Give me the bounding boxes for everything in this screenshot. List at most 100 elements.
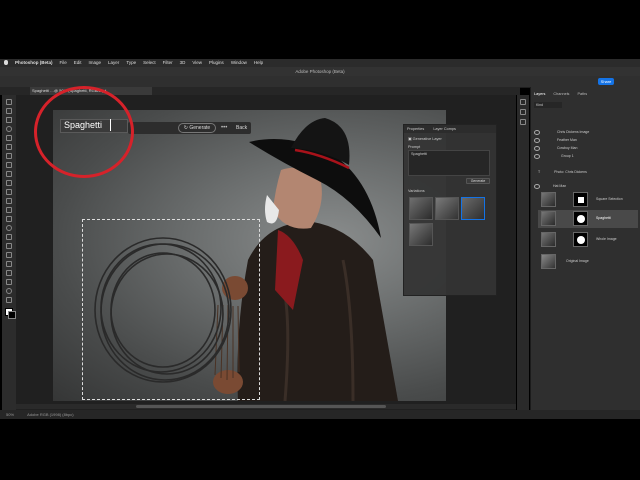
adjustments-panel-icon[interactable] <box>520 109 526 115</box>
tab-layer-comps[interactable]: Layer Comps <box>433 127 456 131</box>
variation-thumbnail-1[interactable] <box>409 197 433 220</box>
share-button[interactable]: Share <box>598 78 614 85</box>
variation-thumbnail-3[interactable] <box>461 197 485 220</box>
history-panel-icon[interactable] <box>520 99 526 105</box>
shape-tool-icon[interactable] <box>6 270 12 276</box>
layer-type-label: Generative Layer <box>412 137 442 141</box>
crop-tool-icon[interactable] <box>6 144 12 150</box>
layer-name: Original Image <box>566 259 589 263</box>
clone-stamp-tool-icon[interactable] <box>6 189 12 195</box>
healing-brush-tool-icon[interactable] <box>6 171 12 177</box>
menu-filter[interactable]: Filter <box>163 60 173 65</box>
more-options-button[interactable]: ••• <box>221 122 227 134</box>
menu-plugins[interactable]: Plugins <box>209 60 224 65</box>
layer-row[interactable]: Chris Dickens Image <box>530 128 640 136</box>
menu-select[interactable]: Select <box>143 60 156 65</box>
history-brush-tool-icon[interactable] <box>6 198 12 204</box>
properties-prompt-field[interactable]: Spaghetti <box>408 150 490 176</box>
layer-row[interactable]: Group 1 <box>530 152 640 160</box>
layer-name: Whole Image <box>596 237 617 241</box>
menu-bar: Photoshop (Beta) File Edit Image Layer Type Se… <box>0 59 640 67</box>
artboard-tool-icon[interactable] <box>6 108 12 114</box>
layer-row[interactable]: Whole Image <box>596 235 640 243</box>
path-selection-tool-icon[interactable] <box>6 261 12 267</box>
visibility-eye-icon[interactable] <box>534 129 540 135</box>
variation-thumbnail-2[interactable] <box>435 197 459 220</box>
menu-type[interactable]: Type <box>126 60 136 65</box>
properties-generate-button[interactable]: Generate <box>466 178 490 184</box>
type-tool-icon[interactable] <box>6 252 12 258</box>
layer-thumbnail <box>541 211 556 226</box>
libraries-panel-icon[interactable] <box>520 119 526 125</box>
move-tool-icon[interactable] <box>6 99 12 105</box>
tab-channels[interactable]: Channels <box>553 92 569 96</box>
object-selection-tool-icon[interactable] <box>6 135 12 141</box>
generate-button[interactable]: ↻ Generate <box>178 123 216 133</box>
layer-thumbnail <box>541 232 556 247</box>
layer-row[interactable]: Original Image <box>566 257 640 265</box>
back-button[interactable]: Back <box>236 122 247 134</box>
layer-name: Spaghetti <box>596 216 611 220</box>
layer-name: Cowboy Man <box>557 146 578 150</box>
layer-row[interactable]: Feather Man <box>530 136 640 144</box>
background-color-swatch[interactable] <box>8 311 16 319</box>
layer-mask-thumbnail <box>573 211 588 226</box>
layer-row[interactable]: T Photo: Chris Dickens <box>530 168 640 176</box>
gradient-tool-icon[interactable] <box>6 216 12 222</box>
layers-panel-tabs: Layers Channels Paths <box>530 92 640 98</box>
marquee-tool-icon[interactable] <box>6 117 12 123</box>
menu-edit[interactable]: Edit <box>74 60 82 65</box>
generate-button-label: Generate <box>189 125 211 131</box>
eraser-tool-icon[interactable] <box>6 207 12 213</box>
apple-icon[interactable] <box>4 60 8 66</box>
layer-type-row: ▣ Generative Layer <box>408 136 442 141</box>
dodge-tool-icon[interactable] <box>6 234 12 240</box>
type-layer-icon: T <box>538 170 541 174</box>
tab-layers[interactable]: Layers <box>534 92 545 96</box>
menu-app[interactable]: Photoshop (Beta) <box>15 60 53 65</box>
tab-paths[interactable]: Paths <box>577 92 587 96</box>
visibility-eye-icon[interactable] <box>534 183 540 189</box>
menu-view[interactable]: View <box>192 60 202 65</box>
variation-thumbnail-4[interactable] <box>409 223 433 246</box>
menu-image[interactable]: Image <box>89 60 102 65</box>
layer-row[interactable]: Cowboy Man <box>530 144 640 152</box>
marquee-selection[interactable] <box>82 219 260 400</box>
visibility-eye-icon[interactable] <box>534 145 540 151</box>
brush-tool-icon[interactable] <box>6 180 12 186</box>
menu-3d[interactable]: 3D <box>180 60 186 65</box>
frame-tool-icon[interactable] <box>6 153 12 159</box>
menu-window[interactable]: Window <box>231 60 247 65</box>
prompt-label: Prompt <box>408 145 421 149</box>
zoom-tool-icon[interactable] <box>6 288 12 294</box>
layer-row[interactable]: Hat Man <box>530 182 640 190</box>
eyedropper-tool-icon[interactable] <box>6 162 12 168</box>
lasso-tool-icon[interactable] <box>6 126 12 132</box>
pen-tool-icon[interactable] <box>6 243 12 249</box>
menu-layer[interactable]: Layer <box>108 60 119 65</box>
layer-name: Feather Man <box>557 138 577 142</box>
layer-name: Photo: Chris Dickens <box>554 170 587 174</box>
menu-file[interactable]: File <box>60 60 67 65</box>
layer-name: Square Selection <box>596 197 623 201</box>
layer-name: Hat Man <box>553 184 567 188</box>
tab-properties[interactable]: Properties <box>407 127 424 131</box>
layer-row[interactable]: Square Selection <box>596 195 640 203</box>
hand-tool-icon[interactable] <box>6 279 12 285</box>
layer-thumbnail <box>541 254 556 269</box>
layer-name: Group 1 <box>561 154 574 158</box>
layer-mask-thumbnail <box>573 232 588 247</box>
layer-filter-kind[interactable]: Kind <box>534 102 562 108</box>
layer-thumbnail <box>541 192 556 207</box>
more-tools-icon[interactable] <box>6 297 12 303</box>
visibility-eye-icon[interactable] <box>534 137 540 143</box>
visibility-eye-icon[interactable] <box>534 153 540 159</box>
zoom-level[interactable]: 50% <box>6 412 14 417</box>
blur-tool-icon[interactable] <box>6 225 12 231</box>
menu-help[interactable]: Help <box>254 60 263 65</box>
horizontal-scrollbar[interactable] <box>16 404 516 409</box>
scrollbar-thumb[interactable] <box>136 405 386 408</box>
window-title: Adobe Photoshop (Beta) <box>0 67 640 76</box>
layer-row[interactable]: Spaghetti <box>596 214 640 222</box>
highlight-circle-annotation <box>34 86 134 178</box>
